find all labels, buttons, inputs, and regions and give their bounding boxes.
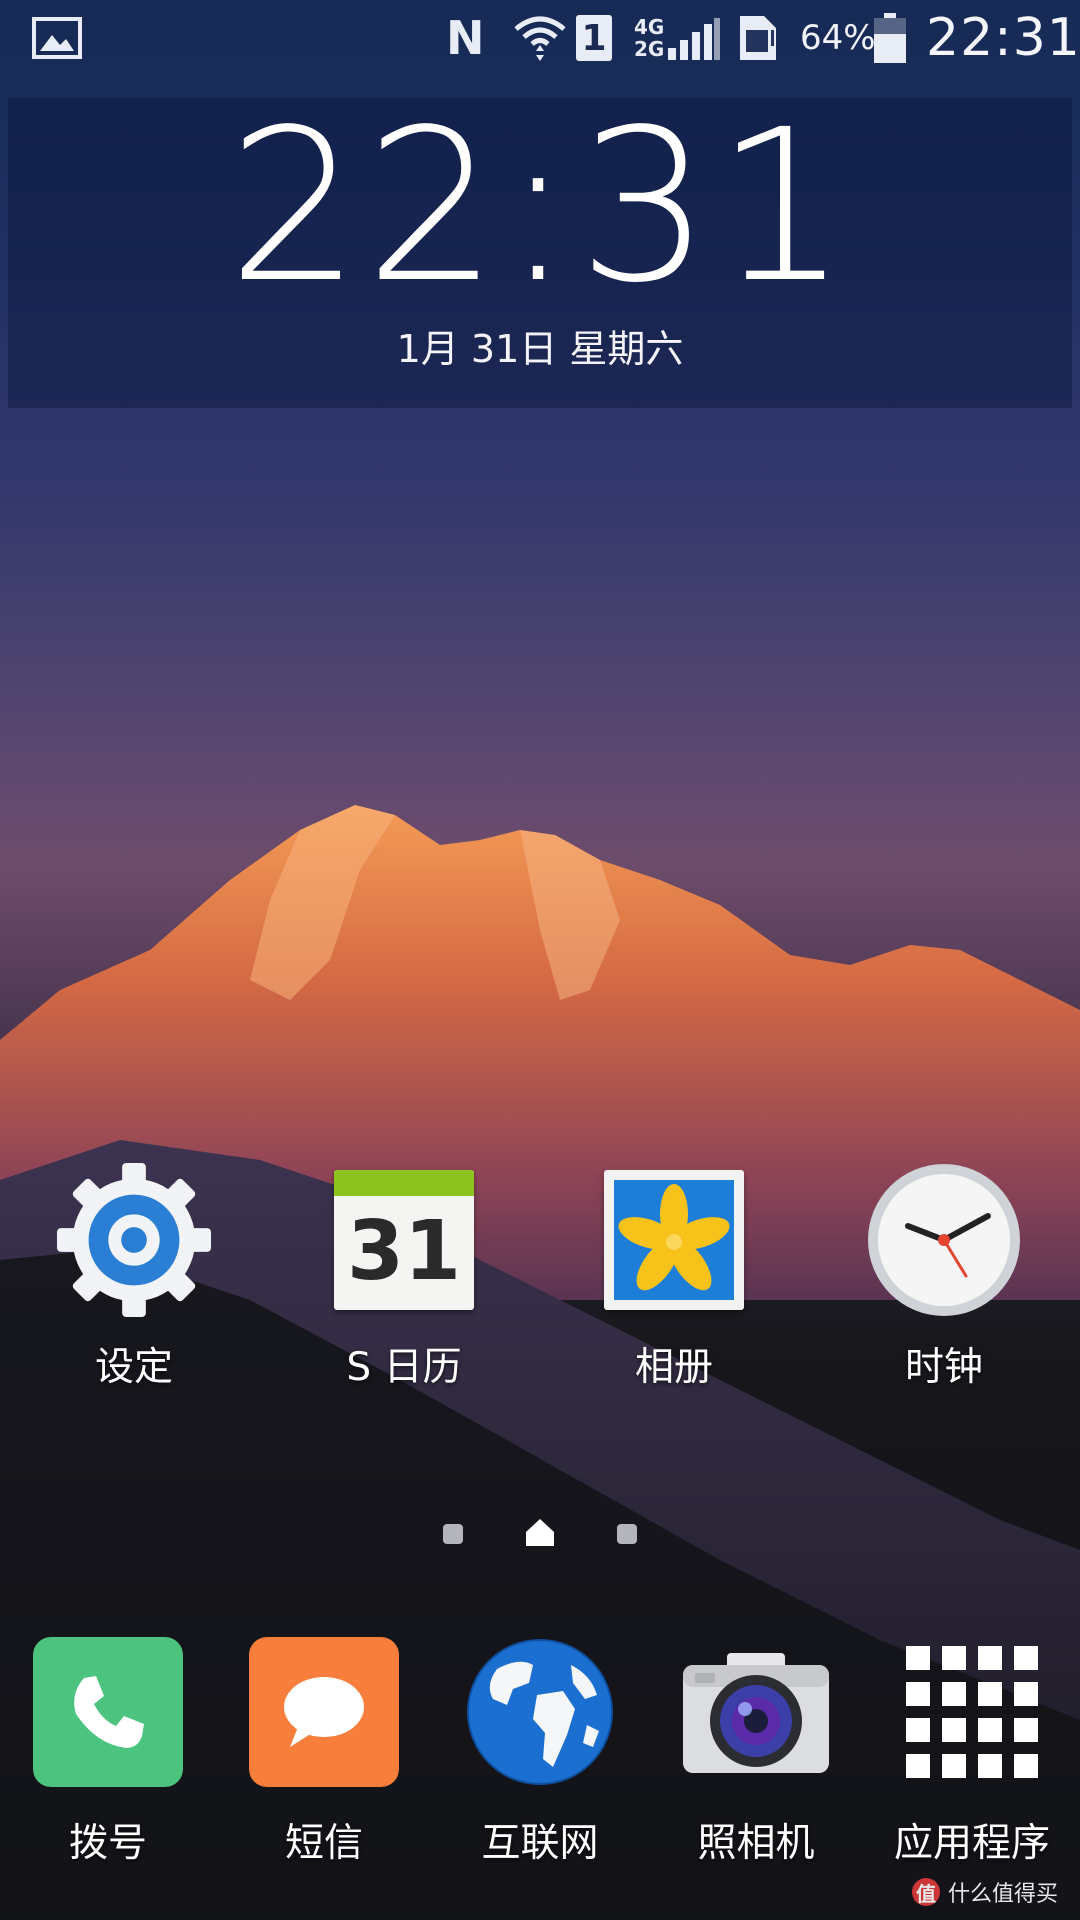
sim-card-alert-icon xyxy=(736,0,778,76)
dock-camera[interactable]: 照相机 xyxy=(648,1636,864,1868)
battery-icon xyxy=(874,0,906,76)
app-settings-label: 设定 xyxy=(94,1345,173,1390)
nfc-label: N xyxy=(446,11,485,65)
app-calendar[interactable]: 31 S 日历 xyxy=(304,1160,504,1392)
dock-messages[interactable]: 短信 xyxy=(216,1636,432,1868)
globe-icon xyxy=(432,1636,648,1788)
home-page-icon[interactable] xyxy=(524,1516,556,1552)
watermark: 值 什么值得买 xyxy=(911,1876,1058,1908)
dock-phone-label: 拨号 xyxy=(68,1821,147,1866)
page-dot[interactable] xyxy=(617,1524,637,1544)
app-clock-label: 时钟 xyxy=(904,1345,983,1390)
watermark-text: 什么值得买 xyxy=(947,1882,1058,1907)
sim-slot-icon: 1 xyxy=(576,0,612,76)
status-time: 22:31 xyxy=(926,8,1080,68)
dock-internet-label: 互联网 xyxy=(481,1821,599,1866)
settings-gear-icon xyxy=(34,1160,234,1320)
message-icon xyxy=(216,1636,432,1788)
network-type: 4G 2G xyxy=(634,0,664,76)
dock-internet[interactable]: 互联网 xyxy=(432,1636,648,1868)
dock-camera-label: 照相机 xyxy=(697,1821,815,1866)
page-dot[interactable] xyxy=(443,1524,463,1544)
network-type-bottom: 2G xyxy=(634,37,665,61)
dock-phone[interactable]: 拨号 xyxy=(0,1636,216,1868)
network-type-top: 4G xyxy=(634,15,665,39)
app-calendar-label: S 日历 xyxy=(346,1345,462,1390)
apps-grid-icon xyxy=(864,1636,1080,1788)
camera-icon xyxy=(648,1636,864,1788)
watermark-badge: 值 xyxy=(911,1878,940,1906)
calendar-day: 31 xyxy=(346,1204,462,1299)
signal-icon xyxy=(666,0,722,76)
page-indicator[interactable] xyxy=(0,1516,1080,1552)
phone-icon xyxy=(0,1636,216,1788)
status-bar[interactable]: N 1 4G 2G 64% 22:31 xyxy=(0,0,1080,76)
clock-icon xyxy=(844,1160,1044,1320)
sim-slot-number: 1 xyxy=(581,17,607,59)
wifi-icon xyxy=(512,0,568,76)
app-clock[interactable]: 时钟 xyxy=(844,1160,1044,1392)
calendar-icon: 31 xyxy=(304,1160,504,1320)
nfc-icon: N xyxy=(446,0,485,76)
clock-widget-date: 1月 31日 星期六 xyxy=(396,327,684,371)
app-gallery[interactable]: 相册 xyxy=(574,1160,774,1392)
image-notification-icon xyxy=(32,0,82,76)
app-gallery-label: 相册 xyxy=(634,1345,713,1390)
dock-apps[interactable]: 应用程序 xyxy=(864,1636,1080,1868)
home-screen: N 1 4G 2G 64% 22:31 22:31 1月 31日 星期六 设定 … xyxy=(0,0,1080,1920)
app-settings[interactable]: 设定 xyxy=(34,1160,234,1392)
clock-widget-time[interactable]: 22:31 xyxy=(0,102,1080,312)
gallery-icon xyxy=(574,1160,774,1320)
dock-messages-label: 短信 xyxy=(284,1821,363,1866)
battery-percent: 64% xyxy=(800,18,876,58)
dock-apps-label: 应用程序 xyxy=(893,1821,1050,1866)
